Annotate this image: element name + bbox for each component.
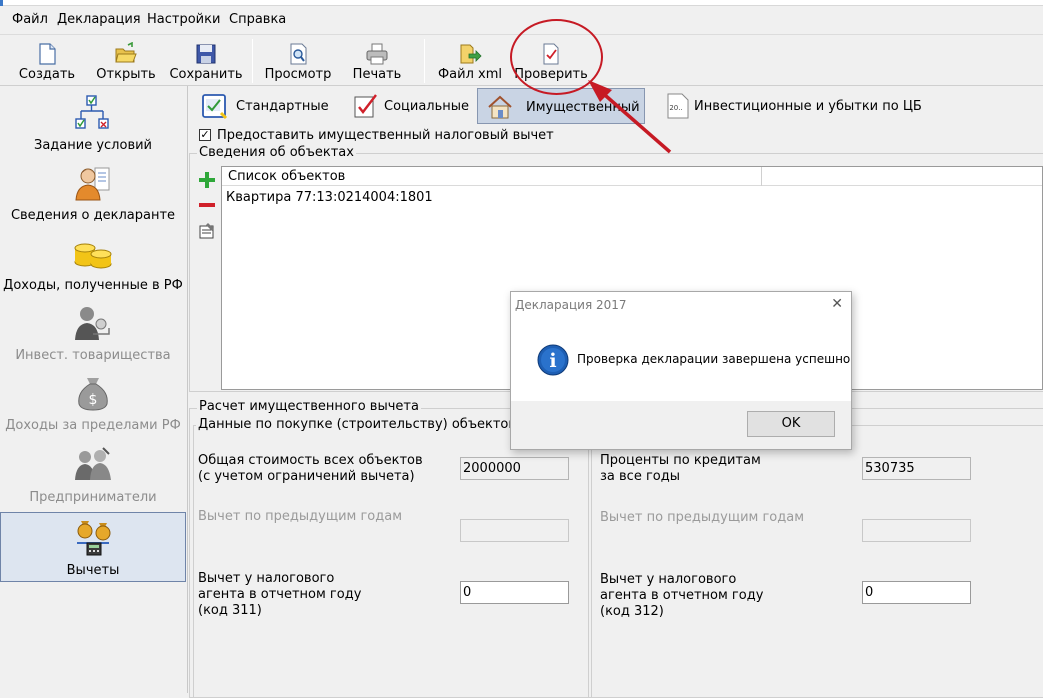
agent-312-label: Вычет у налогового агента в отчетном год…: [600, 572, 764, 619]
print-button[interactable]: Печать: [344, 37, 410, 85]
nav-item-entrepreneurs[interactable]: Предприниматели: [0, 440, 186, 510]
create-button[interactable]: Создать: [12, 37, 82, 85]
total-cost-field[interactable]: 2000000: [460, 457, 569, 480]
nav-item-income-rf[interactable]: Доходы, полученные в РФ: [0, 228, 186, 298]
left-navigation: Задание условий Сведения о декларанте До…: [0, 86, 188, 693]
info-icon: i: [537, 344, 569, 376]
house-icon: [488, 95, 512, 119]
interest-label: Проценты по кредитам за все годы: [600, 453, 761, 484]
message-dialog: Декларация 2017 ✕ i Проверка декларации …: [510, 291, 852, 450]
print-label: Печать: [352, 67, 402, 82]
tab-standard[interactable]: Стандартные: [192, 88, 334, 124]
xml-file-button[interactable]: Файл xml: [436, 37, 504, 85]
prev-years-right-field: [862, 519, 971, 542]
interest-field[interactable]: 530735: [862, 457, 971, 480]
menu-declaration[interactable]: Декларация: [57, 12, 141, 27]
open-label: Открыть: [96, 67, 156, 82]
ok-button[interactable]: OK: [747, 411, 835, 437]
nav-item-conditions[interactable]: Задание условий: [0, 88, 186, 158]
property-deduction-checkbox[interactable]: ✓: [199, 129, 211, 141]
objects-list-header: Список объектов: [222, 167, 1042, 186]
save-disk-icon: [196, 44, 216, 64]
window-top-strip: [0, 0, 1043, 6]
tab-social[interactable]: Социальные: [344, 88, 470, 124]
dialog-title: Декларация 2017: [515, 298, 627, 312]
total-cost-label: Общая стоимость всех объектов (с учетом …: [198, 453, 423, 484]
conditions-icon: [75, 95, 109, 129]
nav-item-foreign-income[interactable]: $ Доходы за пределами РФ: [0, 368, 186, 438]
deductions-icon: [77, 521, 111, 556]
printer-icon: [366, 43, 388, 65]
tab-social-label: Социальные: [384, 99, 470, 114]
calc-group-title: Расчет имущественного вычета: [197, 399, 421, 414]
objects-column-header[interactable]: Список объектов: [222, 167, 762, 186]
tab-investment-label: Инвестиционные и убытки по ЦБ: [694, 99, 922, 114]
social-deduction-icon: [354, 94, 377, 118]
money-bag-icon: $: [78, 378, 108, 411]
remove-object-icon[interactable]: [197, 195, 217, 215]
new-document-icon: [39, 43, 56, 65]
save-label: Сохранить: [169, 67, 243, 82]
menu-help[interactable]: Справка: [229, 12, 286, 27]
toolbar-separator: [252, 39, 253, 83]
entrepreneurs-icon: [75, 447, 111, 480]
nav-label-invest-partnership: Инвест. товарищества: [15, 348, 171, 363]
coins-icon: [74, 243, 112, 269]
preview-label: Просмотр: [264, 67, 332, 82]
tab-investment[interactable]: 20.. Инвестиционные и убытки по ЦБ: [656, 88, 922, 124]
menu-file[interactable]: Файл: [12, 12, 48, 27]
prev-years-left-label: Вычет по предыдущим годам: [198, 509, 403, 524]
toolbar-separator: [424, 39, 425, 83]
agent-311-field[interactable]: 0: [460, 581, 569, 604]
info-glyph: i: [549, 350, 556, 372]
declarant-icon: [75, 167, 110, 201]
agent-311-label: Вычет у налогового агента в отчетном год…: [198, 571, 362, 618]
nav-label-income-rf: Доходы, полученные в РФ: [3, 278, 183, 293]
agent-312-field[interactable]: 0: [862, 581, 971, 604]
prev-years-right-label: Вычет по предыдущим годам: [600, 510, 805, 525]
tab-standard-label: Стандартные: [236, 99, 329, 114]
menu-bar: Файл Декларация Настройки Справка: [0, 8, 1043, 32]
add-object-icon[interactable]: [197, 170, 217, 190]
prev-years-left-field: [460, 519, 569, 542]
nav-label-deductions: Вычеты: [66, 563, 120, 578]
list-item[interactable]: Квартира 77:13:0214004:1801: [226, 190, 433, 205]
nav-label-declarant: Сведения о декларанте: [10, 208, 176, 223]
create-label: Создать: [18, 67, 76, 82]
preview-magnifier-icon: [290, 43, 307, 65]
nav-label-conditions: Задание условий: [34, 138, 152, 153]
nav-item-deductions[interactable]: Вычеты: [0, 512, 186, 582]
dialog-footer: OK: [511, 401, 851, 449]
dialog-close-button[interactable]: ✕: [831, 296, 843, 312]
xml-export-icon: [460, 44, 482, 64]
purchase-subgroup-title: Данные по покупке (строительству) объект…: [196, 417, 519, 432]
objects-group-title: Сведения об объектах: [197, 145, 356, 160]
nav-label-entrepreneurs: Предприниматели: [29, 490, 157, 505]
open-folder-icon: [115, 42, 137, 63]
menu-settings[interactable]: Настройки: [147, 12, 220, 27]
partnership-icon: [75, 307, 110, 340]
dialog-message: Проверка декларации завершена успешно: [577, 352, 851, 366]
xml-file-label: Файл xml: [437, 67, 503, 82]
property-deduction-checkbox-label[interactable]: Предоставить имущественный налоговый выч…: [217, 128, 554, 143]
annotation-arrow-icon: [588, 80, 672, 154]
nav-label-foreign-income: Доходы за пределами РФ: [5, 418, 181, 433]
nav-item-invest-partnership[interactable]: Инвест. товарищества: [0, 298, 186, 368]
preview-button[interactable]: Просмотр: [262, 37, 334, 85]
edit-object-icon[interactable]: [197, 221, 217, 241]
standard-deduction-icon: [202, 94, 228, 120]
svg-text:$: $: [89, 392, 98, 408]
save-button[interactable]: Сохранить: [168, 37, 244, 85]
open-button[interactable]: Открыть: [92, 37, 160, 85]
nav-item-declarant[interactable]: Сведения о декларанте: [0, 158, 186, 228]
